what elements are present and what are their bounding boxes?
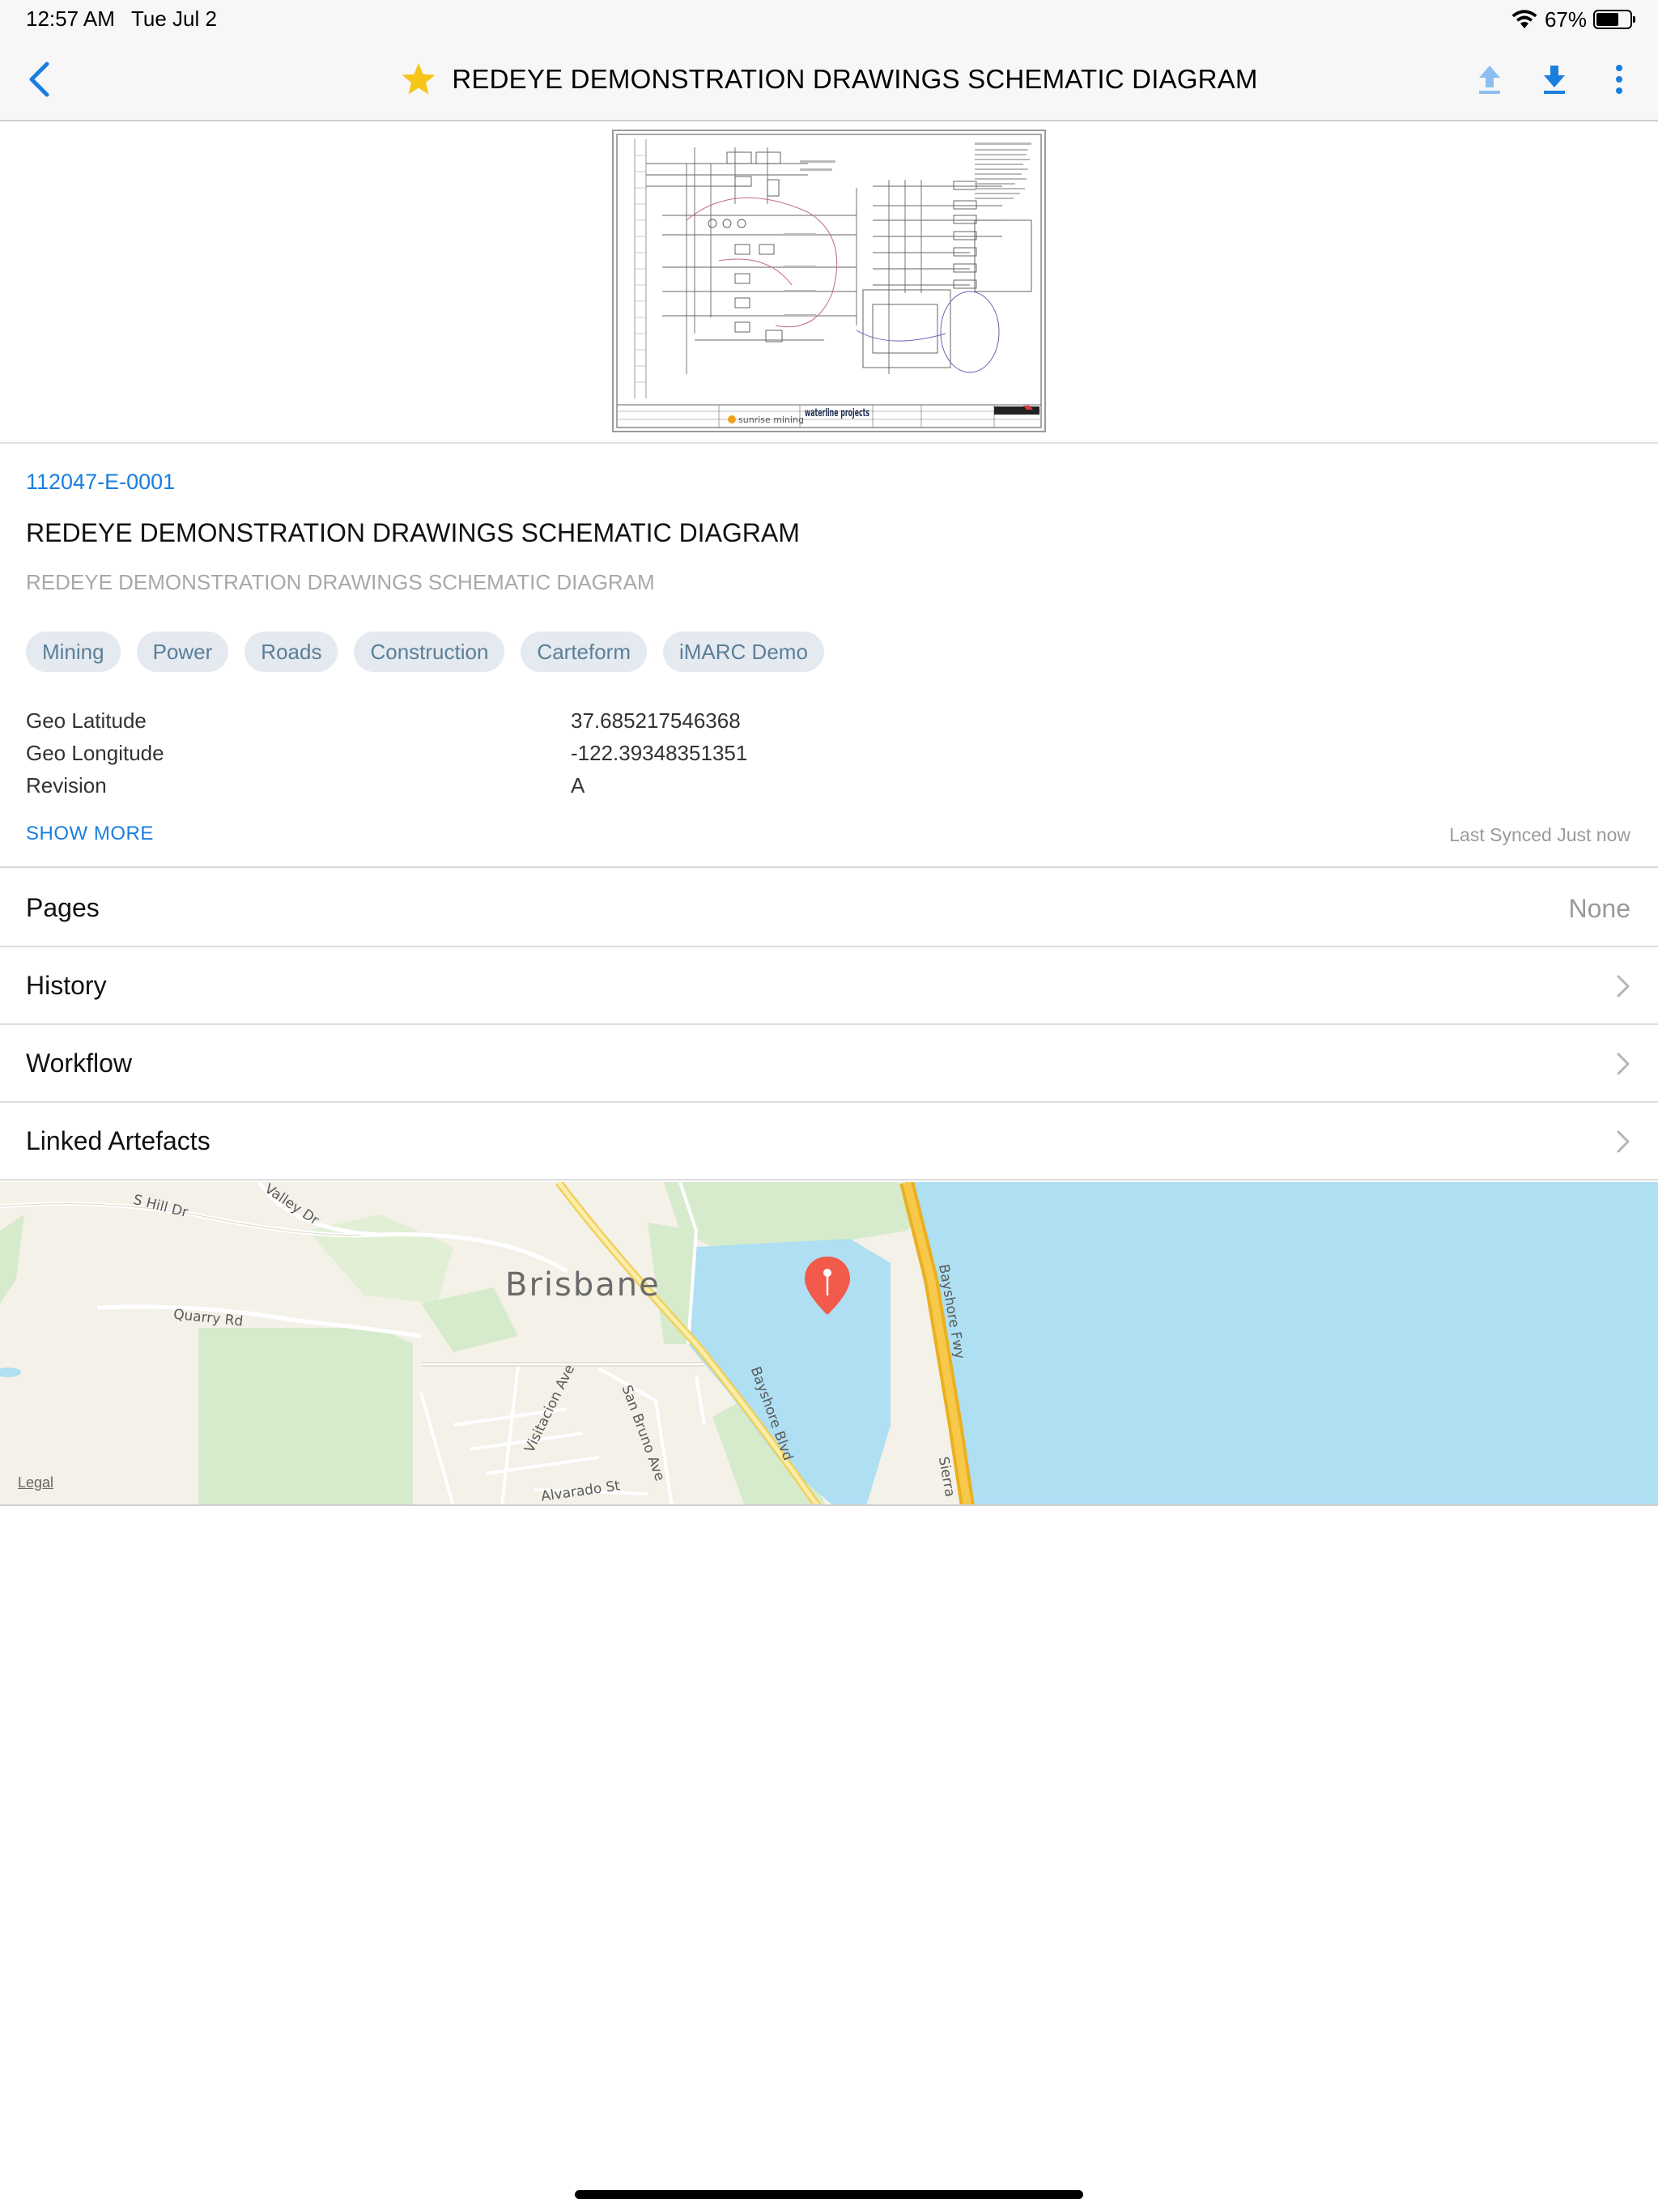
map-graphic bbox=[0, 1182, 1658, 1504]
page-title: REDEYE DEMONSTRATION DRAWINGS SCHEMATIC … bbox=[452, 64, 1258, 94]
status-bar: 12:57 AM Tue Jul 2 67% bbox=[0, 0, 1658, 37]
nav-actions bbox=[1467, 57, 1642, 102]
detail-list: Pages None History Workflow Linked Artef… bbox=[0, 870, 1658, 1180]
linked-artefacts-row[interactable]: Linked Artefacts bbox=[0, 1103, 1658, 1180]
location-map[interactable]: Brisbane S Hill Dr Valley Dr Quarry Rd V… bbox=[0, 1182, 1658, 1506]
status-date: Tue Jul 2 bbox=[131, 6, 217, 31]
metadata-row: Revision A bbox=[26, 769, 835, 802]
linked-artefacts-chevron bbox=[1616, 1103, 1630, 1180]
document-number: 112047-E-0001 bbox=[26, 470, 176, 494]
history-label: History bbox=[26, 970, 107, 1000]
show-more-button[interactable]: SHOW MORE bbox=[26, 823, 154, 845]
map-city-label: Brisbane bbox=[505, 1266, 661, 1304]
metadata-row: Geo Latitude 37.685217546368 bbox=[26, 704, 835, 737]
pages-value: None bbox=[1568, 893, 1631, 923]
tag-construction[interactable]: Construction bbox=[354, 632, 505, 672]
upload-icon bbox=[1479, 66, 1500, 94]
home-indicator[interactable] bbox=[575, 2190, 1083, 2199]
document-details: 112047-E-0001 REDEYE DEMONSTRATION DRAWI… bbox=[0, 445, 1658, 868]
battery-percent: 67% bbox=[1544, 6, 1587, 32]
favorite-star-icon[interactable] bbox=[400, 62, 437, 97]
metadata-table: Geo Latitude 37.685217546368 Geo Longitu… bbox=[26, 704, 835, 802]
last-synced-label: Last Synced Just now bbox=[1449, 824, 1630, 845]
history-chevron bbox=[1616, 947, 1630, 1025]
battery-icon bbox=[1593, 10, 1635, 29]
tag-imarc-demo[interactable]: iMARC Demo bbox=[663, 632, 824, 672]
back-button[interactable] bbox=[15, 55, 63, 104]
map-legal-link[interactable]: Legal bbox=[18, 1474, 53, 1491]
metadata-value: -122.39348351351 bbox=[571, 740, 748, 765]
chevron-right-icon bbox=[1617, 975, 1630, 998]
navigation-bar: REDEYE DEMONSTRATION DRAWINGS SCHEMATIC … bbox=[0, 37, 1658, 121]
more-vertical-icon bbox=[1616, 65, 1622, 94]
download-button[interactable] bbox=[1532, 57, 1577, 102]
metadata-row: Geo Longitude -122.39348351351 bbox=[26, 737, 835, 769]
workflow-row[interactable]: Workflow bbox=[0, 1025, 1658, 1103]
drawing-thumbnail[interactable]: sunrise mining waterline projects bbox=[612, 130, 1046, 432]
upload-button[interactable] bbox=[1467, 57, 1512, 102]
status-time: 12:57 AM bbox=[26, 6, 115, 31]
drawing-preview-area: sunrise mining waterline projects bbox=[0, 121, 1658, 444]
metadata-value: A bbox=[571, 772, 585, 798]
schematic-drawing: sunrise mining waterline projects bbox=[616, 134, 1042, 428]
metadata-value: 37.685217546368 bbox=[571, 708, 741, 733]
battery-fill bbox=[1596, 13, 1618, 26]
metadata-key: Revision bbox=[26, 772, 107, 798]
linked-artefacts-label: Linked Artefacts bbox=[26, 1125, 210, 1155]
workflow-chevron bbox=[1616, 1025, 1630, 1103]
workflow-label: Workflow bbox=[26, 1048, 132, 1078]
nav-title-group: REDEYE DEMONSTRATION DRAWINGS SCHEMATIC … bbox=[0, 57, 1658, 102]
metadata-key: Geo Longitude bbox=[26, 740, 164, 765]
status-indicators: 67% bbox=[1511, 6, 1635, 32]
tag-carteform[interactable]: Carteform bbox=[521, 632, 647, 672]
drawing-logo-label: waterline projects bbox=[805, 407, 869, 419]
chevron-right-icon bbox=[1617, 1053, 1630, 1075]
chevron-right-icon bbox=[1617, 1130, 1630, 1153]
document-subtitle: REDEYE DEMONSTRATION DRAWINGS SCHEMATIC … bbox=[26, 570, 655, 594]
download-icon bbox=[1544, 66, 1565, 94]
tag-roads[interactable]: Roads bbox=[244, 632, 338, 672]
chevron-left-icon bbox=[29, 62, 49, 97]
drawing-company-label: sunrise mining bbox=[738, 415, 804, 425]
tag-mining[interactable]: Mining bbox=[26, 632, 121, 672]
document-title: REDEYE DEMONSTRATION DRAWINGS SCHEMATIC … bbox=[26, 518, 800, 547]
wifi-icon bbox=[1511, 10, 1537, 28]
pages-row[interactable]: Pages None bbox=[0, 870, 1658, 947]
tag-power[interactable]: Power bbox=[136, 632, 229, 672]
tag-list: Mining Power Roads Construction Cartefor… bbox=[26, 632, 824, 672]
map-pin-icon[interactable] bbox=[805, 1257, 850, 1315]
metadata-key: Geo Latitude bbox=[26, 708, 147, 733]
pages-label: Pages bbox=[26, 892, 100, 922]
more-options-button[interactable] bbox=[1596, 57, 1642, 102]
history-row[interactable]: History bbox=[0, 947, 1658, 1025]
